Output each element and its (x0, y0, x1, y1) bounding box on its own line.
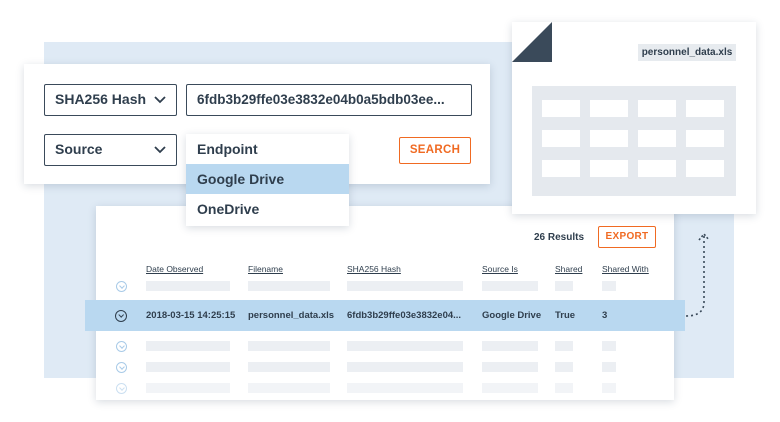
placeholder-cell (347, 362, 463, 372)
search-button[interactable]: SEARCH (399, 137, 471, 164)
hash-type-label: SHA256 Hash (55, 91, 147, 107)
placeholder-cell (602, 383, 616, 393)
expand-circle-icon[interactable] (116, 281, 127, 292)
hash-input[interactable]: 6fdb3b29ffe03e3832e04b0a5bdb03ee... (186, 84, 472, 116)
sheet-cell (542, 160, 580, 177)
expand-circle-icon[interactable] (115, 310, 127, 322)
sheet-cell (686, 100, 724, 117)
placeholder-cell (146, 362, 230, 372)
cell-source: Google Drive (482, 310, 542, 321)
sheet-cell (542, 100, 580, 117)
sheet-cell (686, 130, 724, 147)
placeholder-cell (602, 281, 616, 291)
source-label: Source (55, 141, 103, 157)
table-row-selected[interactable]: 2018-03-15 14:25:15 personnel_data.xls 6… (85, 300, 685, 331)
placeholder-cell (482, 362, 538, 372)
cell-shared-with: 3 (602, 310, 608, 321)
column-header-sha256-hash[interactable]: SHA256 Hash (347, 264, 401, 274)
folded-corner-icon (512, 22, 552, 62)
dropdown-option-endpoint[interactable]: Endpoint (186, 134, 349, 164)
placeholder-cell (602, 341, 616, 351)
spreadsheet-preview (532, 86, 736, 196)
file-name-label: personnel_data.xls (638, 44, 736, 61)
placeholder-cell (248, 281, 330, 291)
column-header-source-is[interactable]: Source Is (482, 264, 518, 274)
sheet-cell (638, 130, 676, 147)
placeholder-cell (555, 341, 573, 351)
chevron-down-icon (154, 96, 166, 104)
cell-sha256-hash: 6fdb3b29ffe03e3832e04... (347, 310, 462, 321)
placeholder-cell (146, 281, 230, 291)
sheet-cell (542, 130, 580, 147)
placeholder-cell (482, 383, 538, 393)
expand-circle-icon[interactable] (116, 383, 127, 394)
placeholder-cell (146, 341, 230, 351)
expand-circle-icon[interactable] (116, 362, 127, 373)
expand-circle-icon[interactable] (116, 341, 127, 352)
placeholder-cell (482, 341, 538, 351)
column-header-shared-with[interactable]: Shared With (602, 264, 649, 274)
column-header-date-observed[interactable]: Date Observed (146, 264, 203, 274)
cell-date-observed: 2018-03-15 14:25:15 (146, 310, 236, 321)
sheet-cell (686, 160, 724, 177)
file-preview-card: personnel_data.xls (512, 22, 756, 214)
sheet-cell (590, 130, 628, 147)
placeholder-cell (602, 362, 616, 372)
placeholder-cell (347, 281, 463, 291)
dotted-arrow-up-icon (685, 232, 710, 317)
placeholder-cell (248, 383, 330, 393)
source-select[interactable]: Source (44, 134, 177, 166)
placeholder-cell (248, 362, 330, 372)
results-count: 26 Results (534, 232, 585, 243)
export-button[interactable]: EXPORT (598, 226, 656, 248)
placeholder-cell (347, 383, 463, 393)
sheet-cell (590, 160, 628, 177)
sheet-cell (638, 100, 676, 117)
placeholder-cell (482, 281, 538, 291)
cell-filename: personnel_data.xls (248, 310, 335, 321)
column-header-filename[interactable]: Filename (248, 264, 283, 274)
source-dropdown-menu: Endpoint Google Drive OneDrive (186, 134, 349, 226)
placeholder-cell (555, 281, 573, 291)
column-header-shared[interactable]: Shared (555, 264, 582, 274)
dropdown-option-onedrive[interactable]: OneDrive (186, 194, 349, 224)
chevron-down-icon (154, 146, 166, 154)
sheet-cell (590, 100, 628, 117)
cell-shared: True (555, 310, 576, 321)
dropdown-option-google-drive[interactable]: Google Drive (186, 164, 349, 194)
placeholder-cell (555, 362, 573, 372)
placeholder-cell (248, 341, 330, 351)
placeholder-cell (146, 383, 230, 393)
placeholder-cell (555, 383, 573, 393)
hash-type-select[interactable]: SHA256 Hash (44, 84, 177, 116)
sheet-cell (638, 160, 676, 177)
placeholder-cell (347, 341, 463, 351)
